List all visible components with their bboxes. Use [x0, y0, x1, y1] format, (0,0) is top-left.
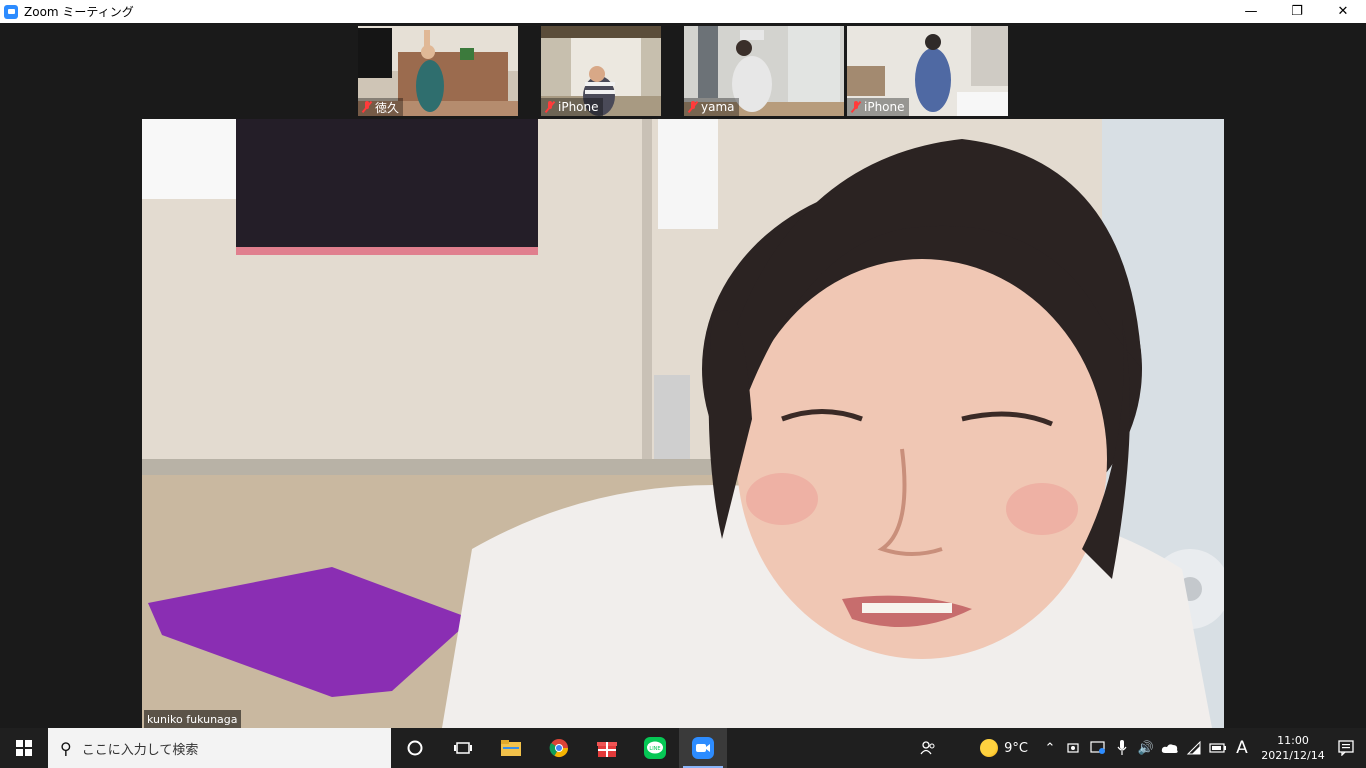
notification-center-icon[interactable]	[1326, 740, 1366, 756]
participant-name-tag: iPhone	[847, 98, 909, 116]
microphone-icon[interactable]	[1110, 740, 1134, 756]
participant-tile[interactable]: yama	[684, 26, 844, 116]
participant-name-tag: 徳久	[358, 98, 404, 116]
participant-tile[interactable]: 徳久	[358, 26, 518, 116]
window-controls: — ❐ ✕	[1228, 0, 1366, 23]
clock-date: 2021/12/14	[1261, 749, 1325, 762]
battery-icon[interactable]	[1206, 742, 1230, 754]
line-icon[interactable]: LINE	[631, 728, 679, 768]
participant-tile[interactable]: iPhone	[847, 26, 1008, 116]
mic-muted-icon	[545, 101, 555, 113]
speaker-video-frame	[142, 119, 1224, 728]
wifi-icon[interactable]	[1182, 741, 1206, 755]
system-tray: 9°C ⌃ 🔊 A 11:00 2021/12/14	[916, 728, 1366, 768]
weather-widget[interactable]: 9°C	[980, 739, 1028, 757]
zoom-app-icon	[4, 4, 18, 19]
mic-muted-icon	[851, 101, 861, 113]
participant-name: iPhone	[864, 100, 905, 114]
participant-name: yama	[701, 100, 735, 114]
onedrive-cloud-icon[interactable]	[1158, 742, 1182, 754]
weather-temp: 9°C	[1004, 740, 1028, 756]
search-icon: ⚲	[60, 738, 72, 758]
task-view-icon[interactable]	[439, 728, 487, 768]
speaker-name-tag: kuniko fukunaga	[144, 710, 241, 728]
active-speaker-video[interactable]: kuniko fukunaga	[142, 119, 1224, 728]
partly-sunny-icon	[980, 739, 999, 757]
people-icon[interactable]	[916, 741, 940, 755]
ime-indicator[interactable]: A	[1230, 738, 1254, 758]
windows-logo-icon	[16, 740, 32, 756]
cortana-icon[interactable]	[391, 728, 439, 768]
display-tray-icon[interactable]	[1086, 741, 1110, 755]
gift-icon[interactable]	[583, 728, 631, 768]
camera-tray-icon[interactable]	[1062, 741, 1086, 755]
search-placeholder: ここに入力して検索	[81, 742, 199, 758]
zoom-icon[interactable]	[679, 728, 727, 768]
participant-name-tag: iPhone	[541, 98, 603, 116]
participant-name: iPhone	[558, 100, 599, 114]
chrome-icon[interactable]	[535, 728, 583, 768]
start-button[interactable]	[0, 728, 48, 768]
mic-muted-icon	[362, 101, 372, 113]
chevron-up-icon[interactable]: ⌃	[1038, 741, 1062, 756]
file-explorer-icon[interactable]	[487, 728, 535, 768]
taskbar-search-box[interactable]: ⚲ ここに入力して検索	[48, 728, 391, 768]
clock-time: 11:00	[1277, 734, 1309, 747]
windows-taskbar: ⚲ ここに入力して検索 LINE 9°C ⌃ 🔊 A 11:00 2021/12…	[0, 728, 1366, 768]
participant-name-tag: yama	[684, 98, 739, 116]
line-icon-label: LINE	[649, 746, 660, 752]
window-title: Zoom ミーティング	[24, 5, 134, 19]
participant-name: 徳久	[375, 100, 400, 115]
participant-tile[interactable]: iPhone	[541, 26, 661, 116]
close-button[interactable]: ✕	[1320, 0, 1366, 23]
participant-strip: 徳久 iPhone yama iPhone	[358, 26, 1008, 116]
speaker-volume-icon[interactable]: 🔊	[1134, 741, 1158, 756]
minimize-button[interactable]: —	[1228, 0, 1274, 23]
taskbar-clock[interactable]: 11:00 2021/12/14	[1260, 733, 1326, 763]
window-titlebar: Zoom ミーティング — ❐ ✕	[0, 0, 1366, 23]
restore-button[interactable]: ❐	[1274, 0, 1320, 23]
mic-muted-icon	[688, 101, 698, 113]
meeting-area: 徳久 iPhone yama iPhone kuniko fukunaga	[0, 23, 1366, 728]
